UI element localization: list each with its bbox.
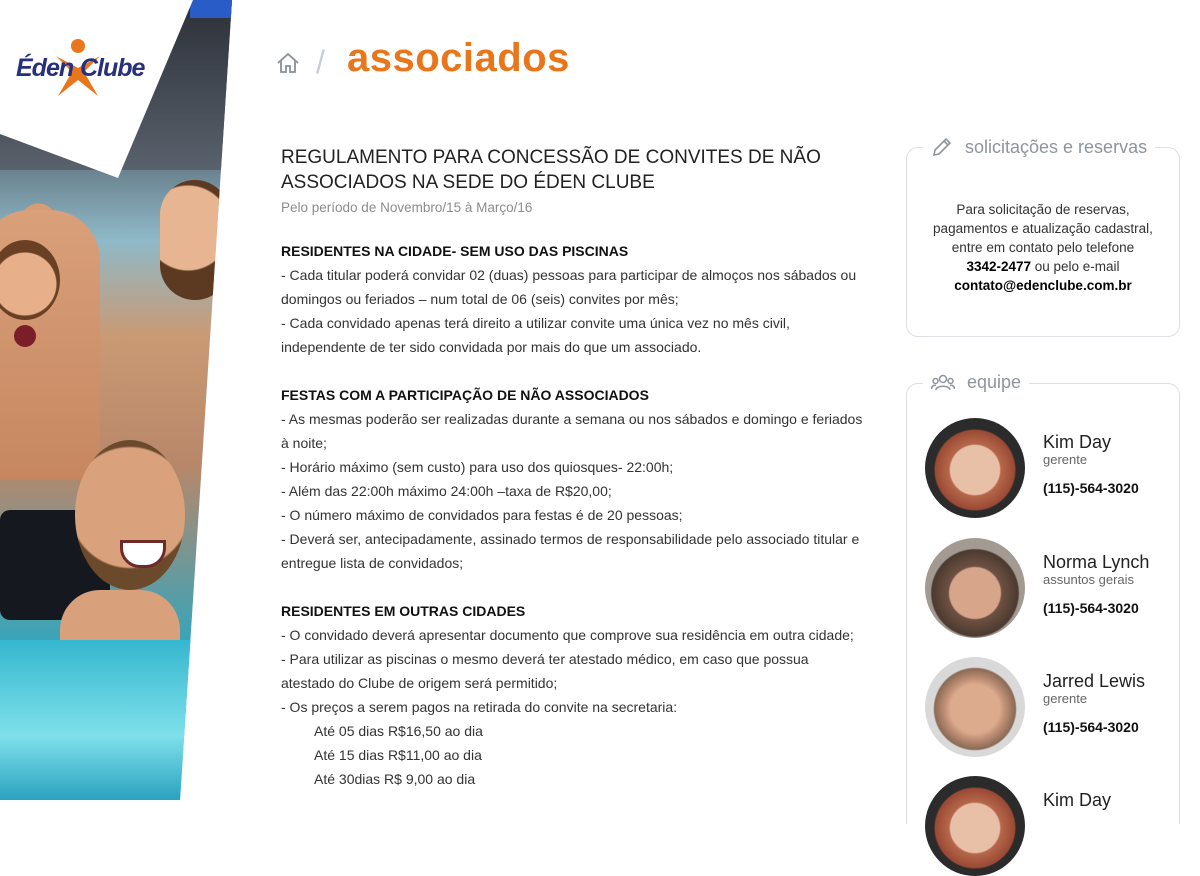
- price-line: Até 15 dias R$11,00 ao dia: [314, 747, 482, 763]
- phone-number[interactable]: 3342-2477: [966, 259, 1031, 274]
- logo-word-eden: Éden: [16, 54, 74, 82]
- page-title: associados: [347, 36, 570, 80]
- rule-line: - Horário máximo (sem custo) para uso do…: [281, 459, 674, 475]
- member-role: assuntos gerais: [1043, 572, 1135, 587]
- rule-line: - Os preços a serem pagos na retirada do…: [281, 699, 678, 715]
- rule-line: independente de ter sido convidada por m…: [281, 339, 702, 355]
- member-name: Kim Day: [1043, 432, 1112, 452]
- price-line: Até 05 dias R$16,50 ao dia: [314, 723, 483, 739]
- requests-panel: solicitações e reservas Para solicitação…: [906, 136, 1180, 337]
- section-residents-city: RESIDENTES NA CIDADE- SEM USO DAS PISCIN…: [281, 239, 881, 359]
- rule-line: - Além das 22:00h máximo 24:00h –taxa de…: [281, 483, 612, 499]
- rule-line: à noite;: [281, 435, 327, 451]
- rule-line: - As mesmas poderão ser realizadas duran…: [281, 411, 863, 427]
- panel-header: solicitações e reservas: [923, 136, 1156, 158]
- team-member: Jarred Lewis gerente (115)-564-3020: [925, 657, 1175, 757]
- section-title: RESIDENTES NA CIDADE- SEM USO DAS PISCIN…: [281, 243, 629, 259]
- panel-header: equipe: [923, 372, 1030, 393]
- team-member: Kim Day gerente (115)-564-3020: [925, 418, 1175, 518]
- rule-line: atestado do Clube de origem será permiti…: [281, 675, 558, 691]
- team-icon: [931, 374, 955, 390]
- rule-line: - Cada convidado apenas terá direito a u…: [281, 315, 790, 331]
- pencil-icon: [932, 137, 952, 157]
- member-name: Kim Day: [1043, 790, 1112, 810]
- member-role: gerente: [1043, 691, 1088, 706]
- rule-line: - O número máximo de convidados para fes…: [281, 507, 683, 523]
- logo-word-clube: Clube: [80, 54, 145, 82]
- requests-text: Para solicitação de reservas, pagamentos…: [933, 202, 1153, 293]
- price-line: Até 30dias R$ 9,00 ao dia: [314, 771, 476, 787]
- rule-line: entregue lista de convidados;: [281, 555, 464, 571]
- rule-line: domingos ou feriados – num total de 06 (…: [281, 291, 679, 307]
- section-parties: FESTAS COM A PARTICIPAÇÃO DE NÃO ASSOCIA…: [281, 383, 881, 575]
- document-title: REGULAMENTO PARA CONCESSÃO DE CONVITES D…: [281, 147, 821, 193]
- section-title: RESIDENTES EM OUTRAS CIDADES: [281, 603, 526, 619]
- avatar: [925, 418, 1025, 518]
- home-icon[interactable]: [276, 52, 300, 74]
- member-phone[interactable]: (115)-564-3020: [1043, 719, 1139, 735]
- team-member: Norma Lynch assuntos gerais (115)-564-30…: [925, 538, 1175, 638]
- document-period: Pelo período de Novembro/15 à Março/16: [281, 200, 533, 215]
- team-member: Kim Day: [925, 776, 1175, 876]
- rule-line: - O convidado deverá apresentar document…: [281, 627, 854, 643]
- section-other-cities: RESIDENTES EM OUTRAS CIDADES - O convida…: [281, 599, 881, 791]
- avatar: [925, 657, 1025, 757]
- rule-line: - Para utilizar as piscinas o mesmo deve…: [281, 651, 809, 667]
- member-phone[interactable]: (115)-564-3020: [1043, 480, 1139, 496]
- member-name: Norma Lynch: [1043, 552, 1150, 572]
- section-title: FESTAS COM A PARTICIPAÇÃO DE NÃO ASSOCIA…: [281, 387, 649, 403]
- email-link[interactable]: contato@edenclube.com.br: [954, 278, 1131, 293]
- panel-title: equipe: [967, 372, 1022, 392]
- panel-title: solicitações e reservas: [965, 136, 1148, 157]
- member-name: Jarred Lewis: [1043, 671, 1146, 691]
- member-phone[interactable]: (115)-564-3020: [1043, 600, 1139, 616]
- breadcrumb-separator: /: [316, 44, 325, 80]
- regulation-document: REGULAMENTO PARA CONCESSÃO DE CONVITES D…: [281, 145, 881, 791]
- rule-line: - Deverá ser, antecipadamente, assinado …: [281, 531, 860, 547]
- rule-line: - Cada titular poderá convidar 02 (duas)…: [281, 267, 857, 283]
- avatar: [925, 538, 1025, 638]
- team-panel: equipe Kim Day gerente (115)-564-3020 No…: [906, 372, 1180, 876]
- member-role: gerente: [1043, 452, 1088, 467]
- avatar: [925, 776, 1025, 876]
- brand-logo[interactable]: Éden Clube: [16, 36, 146, 100]
